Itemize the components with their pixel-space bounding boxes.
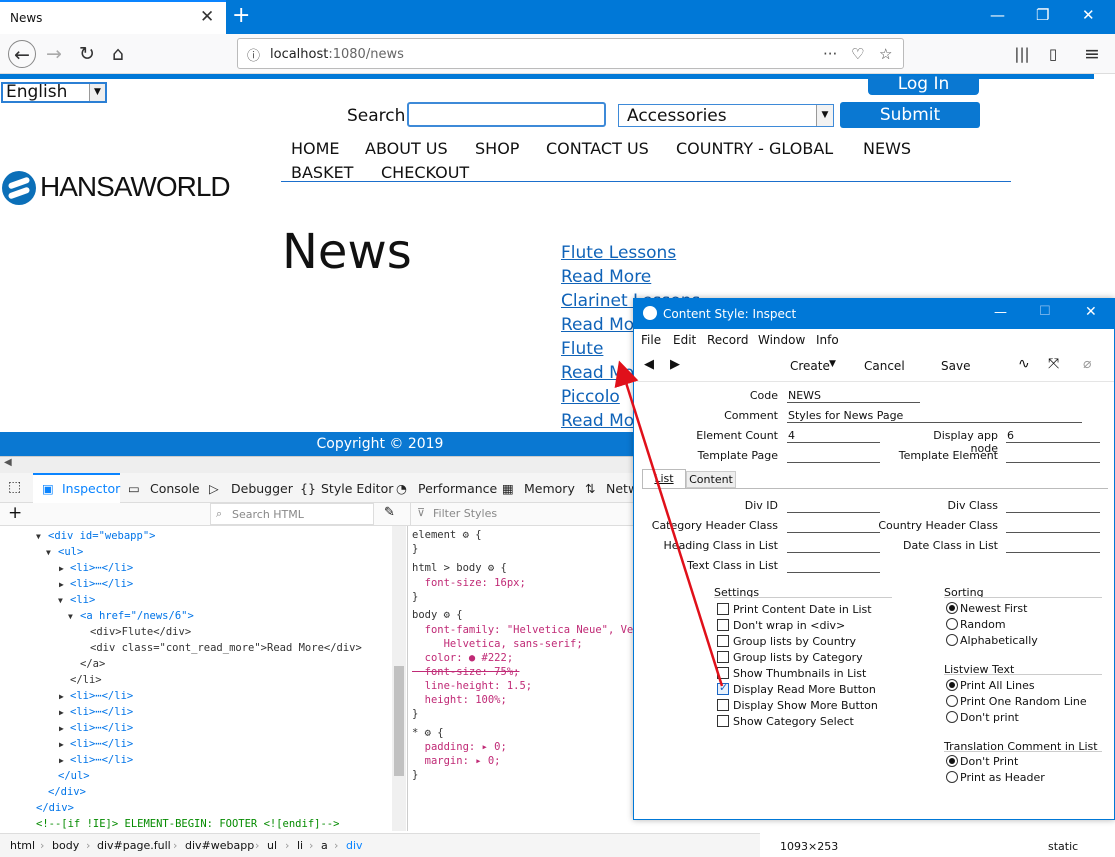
screen: News ✕ + — ❐ ✕ ← → ↻ ⌂ ⓘ localhost:1080/… xyxy=(0,0,1115,857)
arrow-line xyxy=(614,360,724,687)
annotation-arrow xyxy=(614,360,724,687)
